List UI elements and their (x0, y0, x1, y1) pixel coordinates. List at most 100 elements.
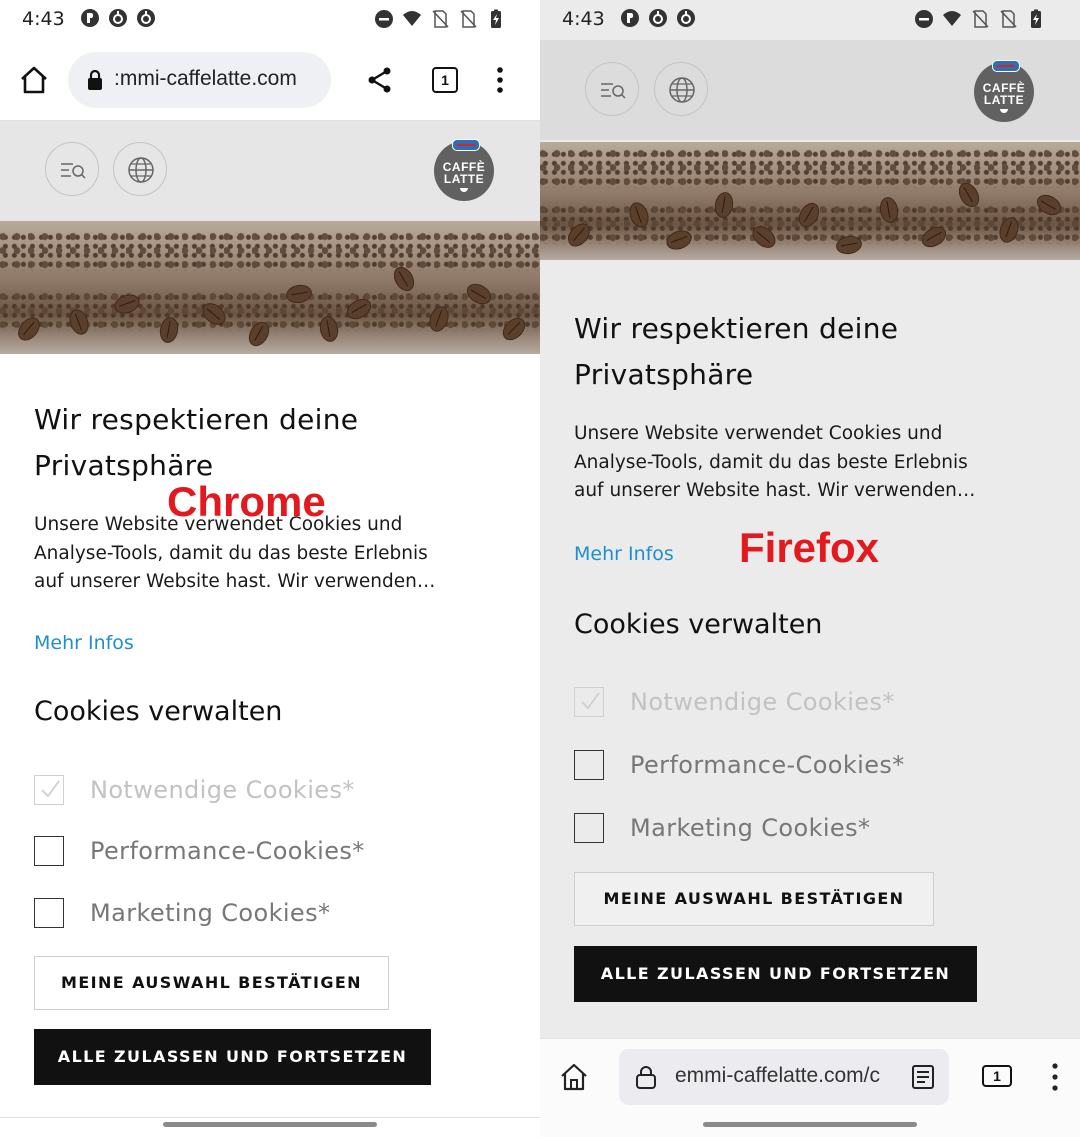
coffee-beans-hero-image (540, 142, 1080, 260)
gesture-nav-handle[interactable] (703, 1122, 917, 1127)
caffe-latte-logo[interactable]: CAFFÈ LATTE (974, 60, 1034, 122)
status-time: 4:43 (22, 8, 65, 30)
status-time: 4:43 (562, 8, 605, 30)
manage-cookies-title: Cookies verwalten (574, 609, 823, 640)
url-text: :mmi-caffelatte.com (114, 67, 297, 90)
marketing-cookies-checkbox[interactable] (34, 898, 64, 928)
consent-intro-line1: Unsere Website verwendet Cookies und (574, 423, 943, 444)
divider (0, 1117, 540, 1118)
status-bar: 4:43 (0, 0, 540, 40)
language-button[interactable] (113, 142, 167, 196)
site-header: CAFFÈ LATTE (0, 121, 540, 221)
search-menu-button[interactable] (45, 142, 99, 196)
lock-icon (635, 1065, 657, 1089)
emmi-badge (992, 60, 1020, 72)
chrome-toolbar: :mmi-caffelatte.com 1 (0, 40, 540, 121)
consent-title-line1: Wir respektieren deine (34, 403, 359, 436)
more-menu-icon[interactable] (1039, 1061, 1071, 1093)
notification-p-icon (620, 8, 640, 28)
cookie-consent-dialog: Wir respektieren deine Privatsphäre Unse… (0, 354, 540, 1137)
firefox-label: Firefox (739, 524, 880, 571)
confirm-selection-button[interactable]: MEINE AUSWAHL BESTÄTIGEN (574, 872, 934, 926)
consent-intro-line3: auf unserer Website hast. Wir verwenden… (574, 480, 976, 501)
wifi-icon (942, 9, 962, 29)
marketing-cookies-label[interactable]: Marketing Cookies* (630, 814, 870, 842)
logo-line2: LATTE (983, 93, 1025, 107)
logo-line2: LATTE (443, 172, 485, 186)
accept-all-button[interactable]: ALLE ZULASSEN UND FORTSETZEN (574, 946, 977, 1002)
chrome-screenshot: 4:43 :mmi-caffelatte.com 1 CAFFÈ LATTE W… (0, 0, 540, 1137)
accept-all-button[interactable]: ALLE ZULASSEN UND FORTSETZEN (34, 1029, 431, 1085)
no-sim-icon (430, 9, 450, 29)
site-header: CAFFÈ LATTE (540, 40, 1080, 140)
search-menu-icon (61, 163, 86, 179)
tab-switcher-button[interactable]: 1 (982, 1065, 1012, 1087)
gesture-nav-handle[interactable] (163, 1122, 377, 1127)
battery-charging-icon (486, 9, 506, 29)
search-menu-icon (601, 83, 626, 99)
performance-cookies-option[interactable]: Performance-Cookies* (34, 834, 365, 868)
consent-title-line1: Wir respektieren deine (574, 312, 899, 345)
status-bar: 4:43 (540, 0, 1080, 40)
address-bar[interactable]: emmi-caffelatte.com/c (619, 1049, 949, 1105)
necessary-cookies-checkbox (574, 687, 604, 717)
cookie-consent-dialog: Wir respektieren deine Privatsphäre Unse… (540, 260, 1080, 1038)
marketing-cookies-option[interactable]: Marketing Cookies* (34, 896, 330, 930)
consent-intro-line2: Analyse-Tools, damit du das beste Erlebn… (34, 542, 428, 564)
cup-icon (1000, 109, 1008, 113)
url-text: emmi-caffelatte.com/c (675, 1064, 881, 1087)
no-sim-icon-2 (458, 9, 478, 29)
lock-icon (86, 69, 104, 90)
coffee-beans-hero-image (0, 221, 540, 354)
consent-intro: Unsere Website verwendet Cookies und Ana… (574, 420, 1044, 506)
confirm-selection-button[interactable]: MEINE AUSWAHL BESTÄTIGEN (34, 956, 389, 1010)
share-icon[interactable] (364, 64, 396, 96)
necessary-cookies-label: Notwendige Cookies* (90, 776, 355, 804)
notification-sync-icon (108, 8, 128, 28)
home-icon[interactable] (18, 64, 50, 96)
tab-switcher-button[interactable]: 1 (432, 67, 458, 93)
notification-sync-icon-2 (676, 8, 696, 28)
marketing-cookies-label[interactable]: Marketing Cookies* (90, 899, 330, 927)
firefox-screenshot: 4:43 CAFFÈ LATTE Wir respektieren deine … (540, 0, 1080, 1137)
no-sim-icon-2 (998, 9, 1018, 29)
home-icon[interactable] (558, 1061, 590, 1093)
checkmark-icon (581, 692, 600, 710)
performance-cookies-option[interactable]: Performance-Cookies* (574, 748, 905, 782)
language-button[interactable] (654, 62, 708, 116)
more-info-link[interactable]: Mehr Infos (574, 543, 674, 565)
necessary-cookies-checkbox (34, 775, 64, 805)
marketing-cookies-option[interactable]: Marketing Cookies* (574, 811, 870, 845)
marketing-cookies-checkbox[interactable] (574, 813, 604, 843)
wifi-icon (402, 9, 422, 29)
do-not-disturb-icon (914, 9, 934, 29)
no-sim-icon (970, 9, 990, 29)
performance-cookies-checkbox[interactable] (34, 836, 64, 866)
emmi-badge (452, 139, 480, 151)
performance-cookies-label[interactable]: Performance-Cookies* (90, 837, 365, 865)
performance-cookies-checkbox[interactable] (574, 750, 604, 780)
more-menu-icon[interactable] (484, 64, 516, 96)
notification-sync-icon (648, 8, 668, 28)
necessary-cookies-label: Notwendige Cookies* (630, 688, 895, 716)
checkmark-icon (41, 780, 60, 798)
manage-cookies-title: Cookies verwalten (34, 696, 283, 727)
notification-p-icon (80, 8, 100, 28)
reader-mode-icon[interactable] (911, 1064, 935, 1090)
caffe-latte-logo[interactable]: CAFFÈ LATTE (434, 139, 494, 201)
consent-title-line2: Privatsphäre (574, 358, 754, 391)
more-info-link[interactable]: Mehr Infos (34, 632, 134, 654)
necessary-cookies-option: Notwendige Cookies* (34, 773, 355, 807)
consent-intro-line2: Analyse-Tools, damit du das beste Erlebn… (574, 451, 968, 473)
chrome-label: Chrome (167, 478, 326, 525)
do-not-disturb-icon (374, 9, 394, 29)
cup-icon (460, 188, 468, 192)
address-bar[interactable]: :mmi-caffelatte.com (68, 52, 331, 108)
globe-icon (669, 77, 695, 103)
necessary-cookies-option: Notwendige Cookies* (574, 685, 895, 719)
globe-icon (128, 157, 154, 183)
notification-sync-icon-2 (136, 8, 156, 28)
performance-cookies-label[interactable]: Performance-Cookies* (630, 751, 905, 779)
battery-charging-icon (1026, 9, 1046, 29)
search-menu-button[interactable] (585, 62, 639, 116)
